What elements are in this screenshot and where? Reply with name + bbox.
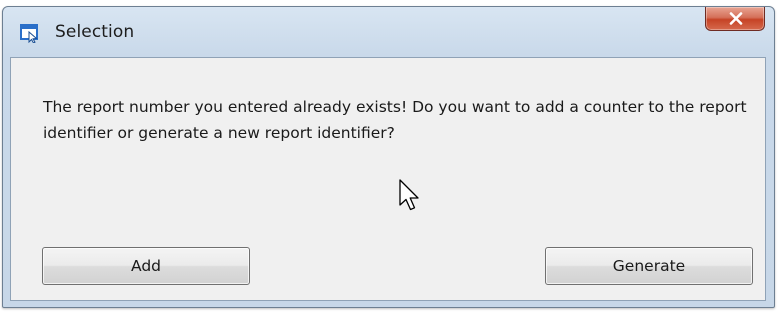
close-button[interactable] bbox=[705, 7, 765, 31]
window-title: Selection bbox=[55, 22, 135, 42]
mouse-pointer-icon bbox=[398, 178, 422, 214]
dialog-window: Selection The report number you entered … bbox=[2, 6, 775, 308]
selection-app-icon bbox=[20, 23, 40, 44]
dialog-content: The report number you entered already ex… bbox=[10, 57, 766, 301]
dialog-message: The report number you entered already ex… bbox=[43, 98, 747, 142]
close-x-icon bbox=[729, 12, 743, 25]
generate-button[interactable]: Generate bbox=[545, 247, 753, 285]
add-button[interactable]: Add bbox=[42, 247, 250, 285]
screen: Selection The report number you entered … bbox=[0, 0, 779, 313]
title-bar[interactable]: Selection bbox=[3, 7, 774, 57]
